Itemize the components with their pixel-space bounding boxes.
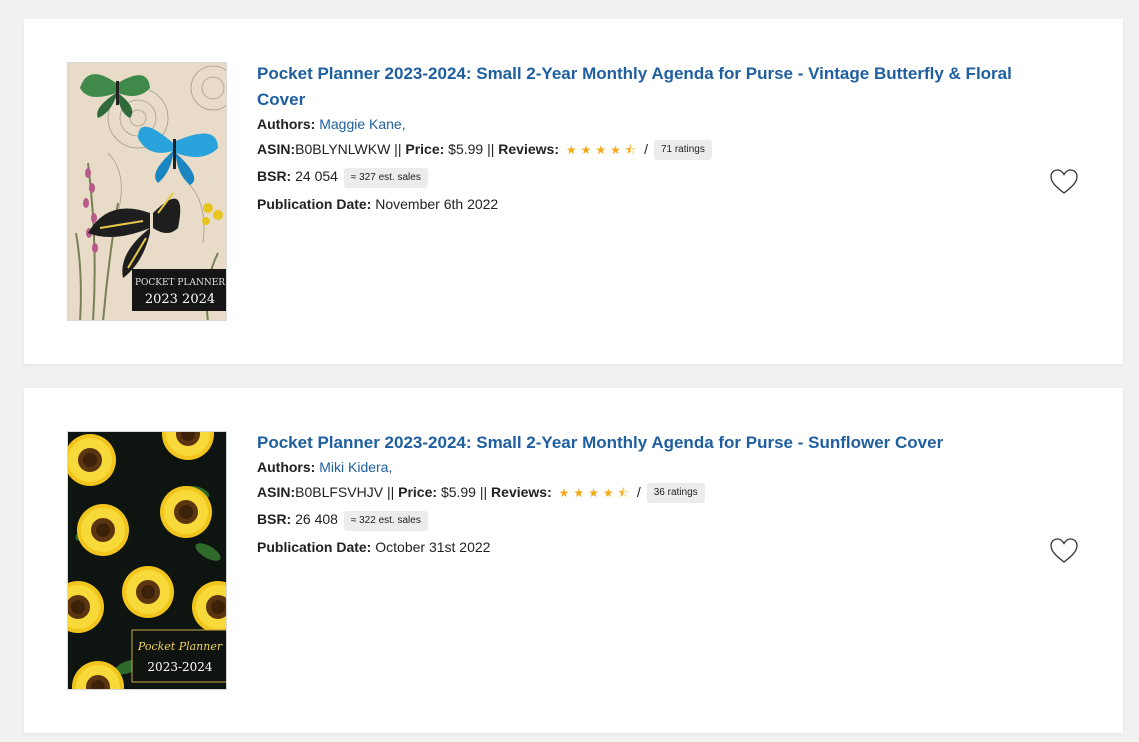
book-title-link[interactable]: Pocket Planner 2023-2024: Small 2-Year M… (257, 61, 1037, 113)
book-card: POCKET PLANNER 2023 2024 Pocket Planner … (24, 19, 1123, 364)
book-card: Pocket Planner 2023-2024 Pocket Planner … (24, 388, 1123, 733)
svg-text:2023-2024: 2023-2024 (147, 660, 212, 674)
authors-label: Authors: (257, 459, 316, 475)
star-rating-icon: ★★★★⯪ (565, 143, 641, 157)
asin-price-reviews-row: ASIN:B0BLFSVHJV || Price: $5.99 || Revie… (257, 483, 1037, 504)
authors-row: Authors: Maggie Kane, (257, 115, 1037, 133)
publication-date-label: Publication Date: (257, 538, 372, 555)
price-label: Price: (398, 484, 438, 500)
est-sales-badge: ≈ 327 est. sales (343, 167, 428, 188)
bsr-label: BSR: (257, 168, 292, 185)
book-cover-image[interactable]: Pocket Planner 2023-2024 (67, 431, 227, 690)
book-info: Pocket Planner 2023-2024: Small 2-Year M… (257, 430, 1037, 556)
book-title-link[interactable]: Pocket Planner 2023-2024: Small 2-Year M… (257, 430, 1037, 456)
authors-label: Authors: (257, 116, 316, 132)
author-link[interactable]: Maggie Kane, (319, 116, 405, 132)
separator: || (383, 484, 399, 500)
svg-text:POCKET PLANNER: POCKET PLANNER (135, 278, 225, 288)
sunflower-cover-art: Pocket Planner 2023-2024 (68, 432, 226, 689)
ratings-count-badge: 71 ratings (653, 140, 712, 161)
est-sales-badge: ≈ 322 est. sales (343, 510, 428, 531)
publication-date-value: October 31st 2022 (375, 538, 491, 555)
bsr-row: BSR: 26 408 ≈ 322 est. sales (257, 510, 1037, 531)
asin-label: ASIN: (257, 484, 296, 500)
author-link[interactable]: Miki Kidera, (319, 459, 392, 475)
price-value: $5.99 (448, 141, 484, 157)
bsr-value: 24 054 (295, 168, 338, 185)
ratings-count-badge: 36 ratings (646, 483, 705, 504)
authors-row: Authors: Miki Kidera, (257, 458, 1037, 476)
butterfly-cover-art: POCKET PLANNER 2023 2024 (68, 63, 226, 320)
asin-value: B0BLYNLWKW (295, 141, 391, 157)
reviews-label: Reviews: (498, 141, 559, 157)
publication-date-row: Publication Date: November 6th 2022 (257, 195, 1037, 213)
price-value: $5.99 (440, 484, 476, 500)
separator: / (633, 484, 645, 500)
heart-outline-icon[interactable] (1049, 167, 1079, 197)
book-cover-image[interactable]: POCKET PLANNER 2023 2024 (67, 62, 227, 321)
bsr-row: BSR: 24 054 ≈ 327 est. sales (257, 167, 1037, 188)
heart-outline-icon[interactable] (1049, 536, 1079, 566)
bsr-label: BSR: (257, 511, 292, 528)
reviews-label: Reviews: (491, 484, 552, 500)
publication-date-row: Publication Date: October 31st 2022 (257, 538, 1037, 556)
star-rating-icon: ★★★★⯪ (558, 486, 634, 500)
book-info: Pocket Planner 2023-2024: Small 2-Year M… (257, 61, 1037, 213)
svg-text:2023 2024: 2023 2024 (145, 292, 215, 307)
asin-label: ASIN: (257, 141, 296, 157)
separator: || (483, 141, 499, 157)
publication-date-value: November 6th 2022 (375, 195, 499, 212)
separator: / (640, 141, 652, 157)
asin-price-reviews-row: ASIN:B0BLYNLWKW || Price: $5.99 || Revie… (257, 140, 1037, 161)
price-label: Price: (405, 141, 445, 157)
publication-date-label: Publication Date: (257, 195, 372, 212)
separator: || (475, 484, 492, 500)
asin-value: B0BLFSVHJV (295, 484, 384, 500)
separator: || (390, 141, 406, 157)
svg-text:Pocket Planner: Pocket Planner (137, 640, 223, 653)
bsr-value: 26 408 (295, 511, 338, 528)
